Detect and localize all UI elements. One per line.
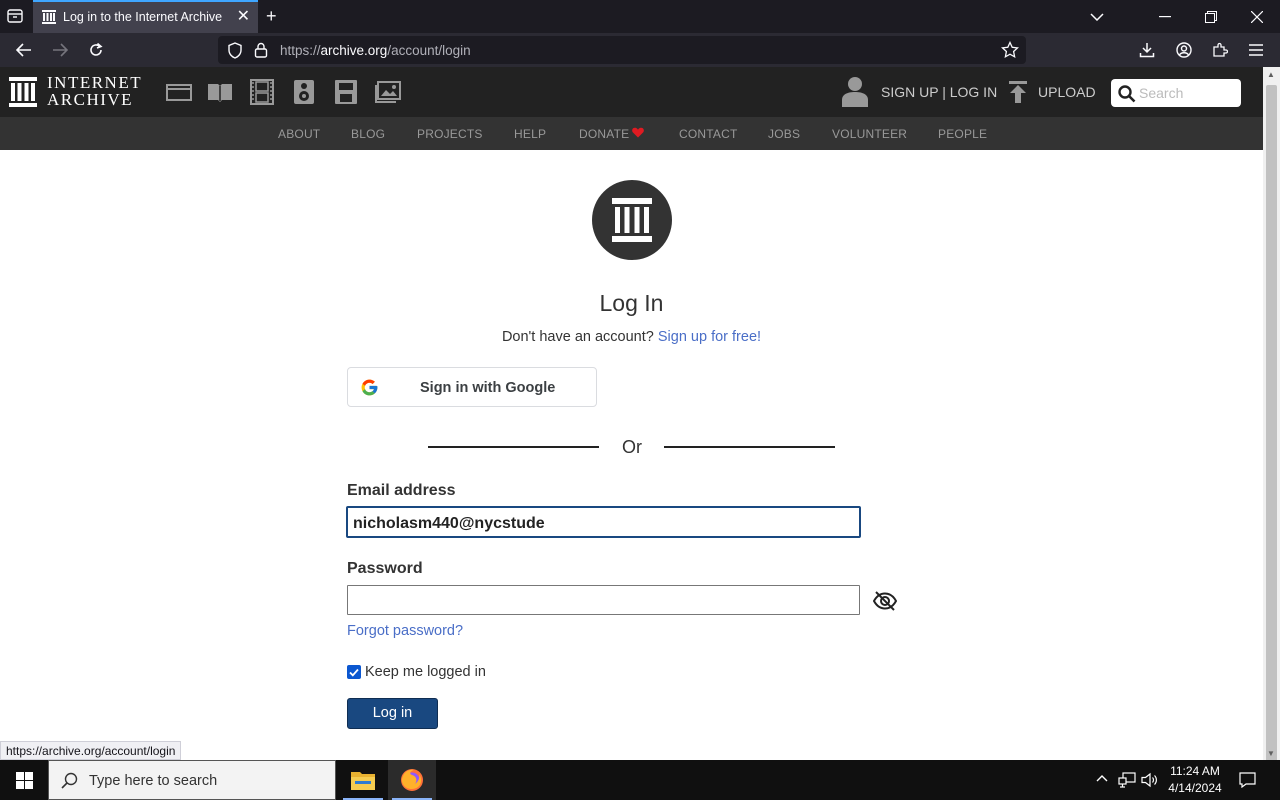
logo-line-archive: ARCHIVE [47, 90, 134, 109]
file-explorer-icon[interactable] [339, 760, 387, 800]
taskbar-search-box[interactable]: Type here to search [48, 760, 336, 800]
clock-time: 11:24 AM [1170, 764, 1220, 778]
nav-volunteer[interactable]: VOLUNTEER [832, 127, 907, 141]
show-hidden-icons-chevron-icon[interactable] [1096, 774, 1108, 782]
internet-archive-logo-text[interactable]: INTERNET ARCHIVE [47, 73, 143, 109]
windows-start-icon[interactable] [0, 760, 48, 800]
nav-jobs[interactable]: JOBS [768, 127, 800, 141]
app-menu-icon[interactable] [1243, 37, 1269, 63]
nav-blog[interactable]: BLOG [351, 127, 385, 141]
nav-about[interactable]: ABOUT [278, 127, 320, 141]
archive-logo-badge-icon [592, 180, 672, 260]
keep-logged-in-checkbox[interactable] [347, 665, 361, 679]
images-icon[interactable] [375, 79, 401, 105]
back-button[interactable] [11, 37, 37, 63]
taskbar-search-placeholder: Type here to search [89, 773, 218, 789]
tab-close-icon[interactable]: ✕ [237, 9, 250, 25]
or-divider-text: Or [622, 437, 642, 457]
page-title: Log In [599, 290, 664, 316]
taskbar-clock[interactable]: 11:24 AM 4/14/2024 [1160, 763, 1230, 797]
ia-top-bar: INTERNET ARCHIVE SIGN UP | LOG IN UPLOAD… [0, 67, 1263, 117]
video-icon[interactable] [249, 79, 275, 105]
nav-donate[interactable]: DONATE [579, 127, 629, 141]
link-status-tooltip: https://archive.org/account/login [0, 741, 182, 760]
upload-icon[interactable] [1008, 81, 1028, 103]
taskbar-search-icon [61, 772, 78, 789]
no-account-text: Don't have an account? [501, 329, 654, 345]
nav-people[interactable]: PEOPLE [938, 127, 987, 141]
donate-heart-icon [632, 127, 644, 138]
extensions-icon[interactable] [1207, 37, 1233, 63]
user-avatar-icon[interactable] [840, 76, 870, 108]
page-scrollbar[interactable]: ▲ ▼ [1263, 67, 1280, 773]
texts-icon[interactable] [207, 79, 233, 105]
password-label: Password [347, 560, 423, 577]
ia-search-input[interactable]: Search [1111, 79, 1241, 107]
notifications-icon[interactable] [1239, 772, 1256, 788]
audio-icon[interactable] [291, 79, 317, 105]
divider-right [664, 446, 835, 448]
password-field[interactable] [347, 585, 860, 615]
browser-tab-strip: Log in to the Internet Archive ✕ + [0, 0, 1280, 33]
tab-title: Log in to the Internet Archive [63, 10, 223, 24]
email-field[interactable]: nicholasm440@nycstude [346, 506, 861, 538]
sign-up-log-in-link[interactable]: SIGN UP | LOG IN [881, 84, 997, 100]
forward-button[interactable] [47, 37, 73, 63]
logo-line-internet: INTERNET [47, 73, 143, 92]
internet-archive-logo-icon[interactable] [9, 77, 37, 107]
firefox-icon[interactable] [388, 760, 436, 800]
nav-projects[interactable]: PROJECTS [417, 127, 483, 141]
network-icon[interactable] [1118, 772, 1136, 788]
forgot-password-link[interactable]: Forgot password? [347, 623, 463, 639]
scroll-thumb[interactable] [1266, 85, 1277, 773]
signup-link[interactable]: Sign up for free! [658, 329, 761, 345]
keep-logged-in-label[interactable]: Keep me logged in [365, 664, 486, 680]
browser-toolbar: https://archive.org/account/login [0, 33, 1280, 67]
google-signin-button[interactable]: Sign in with Google [347, 367, 597, 407]
signup-prompt: Don't have an account? Sign up for free! [0, 329, 1263, 345]
archive-favicon-icon [42, 10, 56, 24]
web-icon[interactable] [166, 79, 192, 105]
clock-date: 4/14/2024 [1168, 781, 1222, 795]
login-button[interactable]: Log in [347, 698, 438, 729]
tab-active[interactable]: Log in to the Internet Archive ✕ [33, 0, 258, 33]
lock-icon[interactable] [254, 42, 268, 58]
search-icon [1118, 85, 1136, 103]
list-all-tabs-icon[interactable] [1074, 0, 1120, 33]
url-text: https://archive.org/account/login [280, 43, 471, 58]
account-icon[interactable] [1171, 37, 1197, 63]
windows-taskbar: Type here to search 11:24 AM 4/14/2024 [0, 760, 1280, 800]
scroll-down-arrow-icon[interactable]: ▼ [1267, 749, 1275, 758]
address-bar[interactable]: https://archive.org/account/login [218, 36, 1026, 64]
email-label: Email address [347, 482, 456, 499]
tab-list-icon[interactable] [6, 8, 24, 24]
scroll-up-arrow-icon[interactable]: ▲ [1267, 70, 1275, 79]
email-value: nicholasm440@nycstude [353, 515, 545, 532]
google-signin-label: Sign in with Google [420, 380, 556, 396]
volume-icon[interactable] [1141, 772, 1159, 788]
restore-button[interactable] [1188, 0, 1234, 33]
ia-secondary-nav: ABOUT BLOG PROJECTS HELP DONATE CONTACT … [0, 117, 1263, 150]
search-placeholder: Search [1139, 85, 1184, 101]
close-window-button[interactable] [1234, 0, 1280, 33]
new-tab-button[interactable]: + [266, 7, 277, 25]
bookmark-star-icon[interactable] [1001, 41, 1019, 59]
google-logo-icon [360, 378, 379, 397]
tracking-protection-shield-icon[interactable] [227, 42, 243, 59]
divider-left [428, 446, 599, 448]
url-path: /account/login [387, 43, 471, 58]
url-prefix: https:// [280, 43, 321, 58]
nav-contact[interactable]: CONTACT [679, 127, 738, 141]
show-password-eye-icon[interactable] [873, 591, 897, 611]
downloads-icon[interactable] [1134, 37, 1160, 63]
upload-link[interactable]: UPLOAD [1038, 84, 1096, 100]
reload-button[interactable] [83, 37, 109, 63]
software-icon[interactable] [333, 79, 359, 105]
url-host: archive.org [320, 43, 388, 58]
nav-help[interactable]: HELP [514, 127, 546, 141]
minimize-button[interactable] [1142, 0, 1188, 33]
